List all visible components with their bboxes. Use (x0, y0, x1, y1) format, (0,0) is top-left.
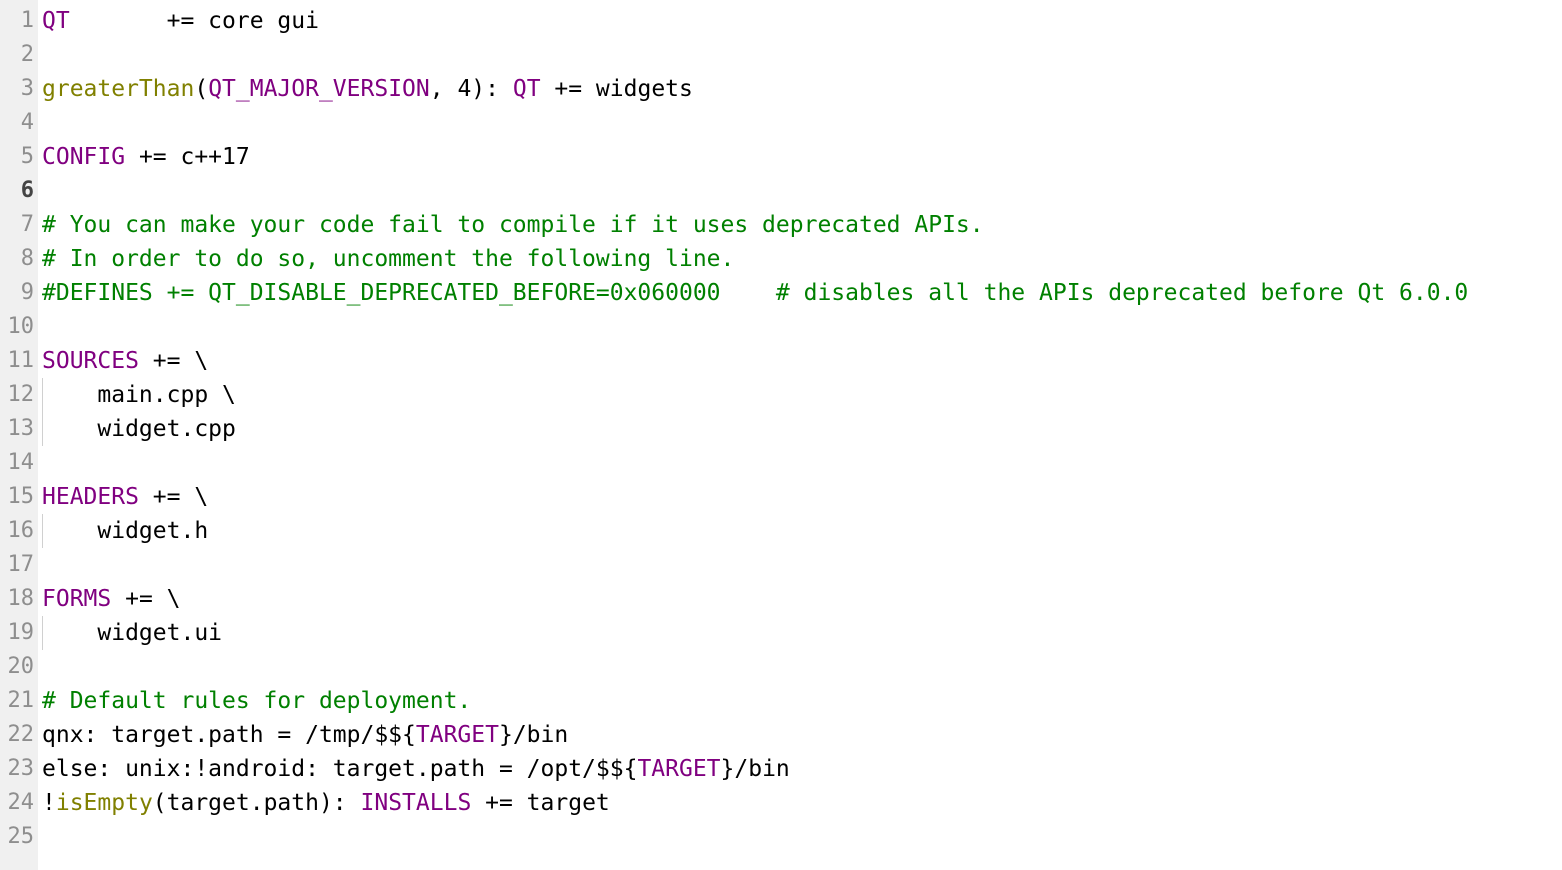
line-number: 20 (7, 654, 35, 679)
code-token: widget.cpp (42, 416, 236, 442)
code-line[interactable]: # You can make your code fail to compile… (42, 208, 1562, 242)
code-line[interactable]: !isEmpty(target.path): INSTALLS += targe… (42, 786, 1562, 820)
code-line[interactable]: else: unix:!android: target.path = /opt/… (42, 752, 1562, 786)
line-number: 9 (20, 280, 34, 305)
code-token: }/bin (720, 756, 790, 782)
variable-token: FORMS (42, 586, 112, 612)
line-number: 23 (7, 756, 35, 781)
code-token: += \ (138, 348, 209, 374)
code-line[interactable] (42, 820, 1562, 854)
comment-token: # Default rules for deployment. (42, 688, 472, 714)
code-line[interactable]: FORMS += \ (42, 582, 1562, 616)
code-line[interactable]: CONFIG += c++17 (42, 140, 1562, 174)
line-number: 14 (7, 450, 35, 475)
line-number: 22 (7, 722, 35, 747)
variable-token: QT (42, 8, 70, 34)
code-line[interactable]: SOURCES += \ (42, 344, 1562, 378)
line-number: 2 (20, 42, 34, 67)
comment-token: #DEFINES += QT_DISABLE_DEPRECATED_BEFORE… (42, 280, 1469, 306)
code-line[interactable]: HEADERS += \ (42, 480, 1562, 514)
code-token: qnx: target.path = /tmp/$${ (42, 722, 416, 748)
code-line[interactable]: # In order to do so, uncomment the follo… (42, 242, 1562, 276)
code-line[interactable] (42, 446, 1562, 480)
line-number: 7 (20, 212, 34, 237)
line-number: 6 (20, 178, 34, 203)
line-number: 21 (7, 688, 35, 713)
indent-guide (42, 616, 43, 650)
comment-token: # In order to do so, uncomment the follo… (42, 246, 735, 272)
line-number-gutter[interactable]: 1 2 3 4 5 6 7 8 9 10 11 12 13 14 15 16 17 18 19 20 21 22 23 24 2… (0, 0, 38, 870)
comment-token: # You can make your code fail to compile… (42, 212, 984, 238)
code-line[interactable]: qnx: target.path = /tmp/$${TARGET}/bin (42, 718, 1562, 752)
code-line[interactable]: main.cpp \ (42, 378, 1562, 412)
line-number: 12 (7, 382, 35, 407)
code-line[interactable] (42, 310, 1562, 344)
variable-token: QT (512, 76, 541, 102)
line-number: 18 (7, 586, 35, 611)
code-token: += target (471, 790, 610, 816)
function-token: isEmpty (55, 790, 153, 816)
line-number: 16 (7, 518, 35, 543)
code-line[interactable] (42, 106, 1562, 140)
code-token: += \ (138, 484, 209, 510)
line-number: 3 (20, 76, 34, 101)
line-number: 1 (20, 8, 34, 33)
code-token: }/bin (498, 722, 569, 748)
line-number: 25 (7, 824, 35, 849)
code-token: ( (194, 76, 209, 102)
line-number: 11 (7, 348, 35, 373)
variable-token: CONFIG (42, 144, 126, 170)
code-token: else: unix:!android: target.path = /opt/… (42, 756, 638, 782)
line-number: 10 (7, 314, 35, 339)
variable-token: QT_MAJOR_VERSION (208, 76, 430, 102)
code-text-area[interactable]: QT += core gui greaterThan(QT_MAJOR_VERSI… (38, 0, 1562, 870)
code-token: += core gui (69, 8, 319, 34)
code-token: main.cpp \ (42, 382, 236, 408)
variable-token: INSTALLS (360, 790, 472, 816)
code-token: += c++17 (125, 144, 250, 170)
line-number: 19 (7, 620, 35, 645)
indent-guide (42, 514, 43, 548)
indent-guide (42, 378, 43, 412)
line-number: 15 (7, 484, 35, 509)
code-token: (target.path): (152, 790, 361, 816)
code-line[interactable]: widget.ui (42, 616, 1562, 650)
code-token: += \ (111, 586, 181, 612)
line-number: 5 (20, 144, 34, 169)
variable-token: TARGET (415, 722, 499, 748)
code-line[interactable]: widget.cpp (42, 412, 1562, 446)
code-editor[interactable]: 1 2 3 4 5 6 7 8 9 10 11 12 13 14 15 16 17 18 19 20 21 22 23 24 2… (0, 0, 1562, 870)
line-number: 13 (7, 416, 35, 441)
code-token: widget.h (42, 518, 209, 544)
code-line[interactable] (42, 38, 1562, 72)
code-token: += widgets (540, 76, 693, 102)
variable-token: HEADERS (42, 484, 139, 510)
line-number: 24 (7, 790, 35, 815)
function-token: greaterThan (42, 76, 195, 102)
code-line[interactable]: widget.h (42, 514, 1562, 548)
variable-token: TARGET (637, 756, 721, 782)
code-line[interactable]: #DEFINES += QT_DISABLE_DEPRECATED_BEFORE… (42, 276, 1562, 310)
variable-token: SOURCES (42, 348, 139, 374)
code-line[interactable]: QT += core gui (42, 4, 1562, 38)
code-token: , 4): (429, 76, 513, 102)
code-line[interactable] (42, 174, 1562, 208)
code-line[interactable]: greaterThan(QT_MAJOR_VERSION, 4): QT += … (42, 72, 1562, 106)
code-token: widget.ui (42, 620, 223, 646)
indent-guide (42, 412, 43, 446)
line-number: 4 (20, 110, 34, 135)
code-line[interactable] (42, 650, 1562, 684)
code-line[interactable]: # Default rules for deployment. (42, 684, 1562, 718)
line-number: 8 (20, 246, 34, 271)
code-line[interactable] (42, 548, 1562, 582)
code-token: ! (42, 790, 56, 816)
line-number: 17 (7, 552, 35, 577)
